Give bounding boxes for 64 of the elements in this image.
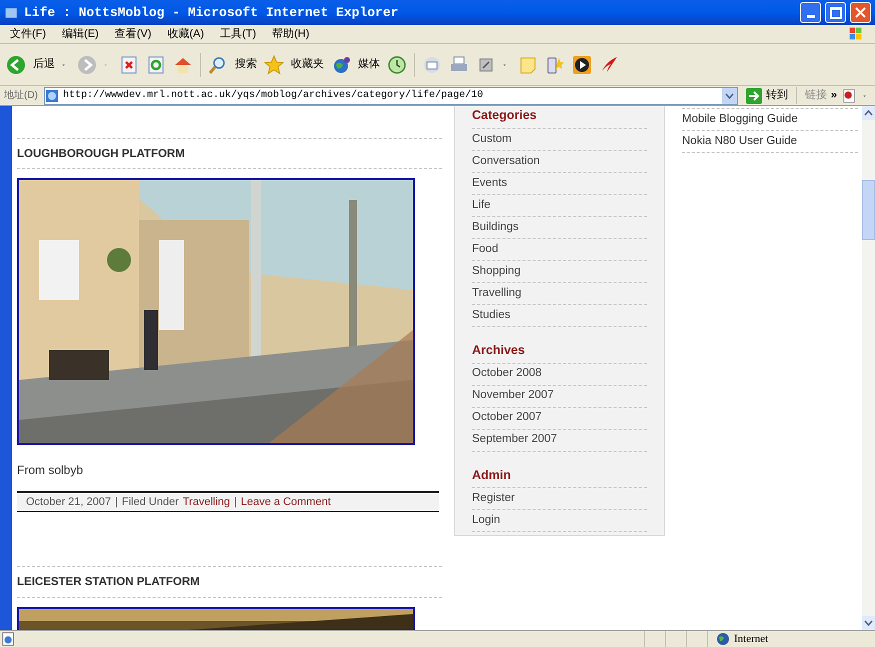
menu-item[interactable]: 编辑(E)	[62, 26, 99, 42]
category-link[interactable]: Travelling	[182, 494, 230, 510]
sidebar-link[interactable]: October 2007	[472, 409, 542, 427]
sidebar-link[interactable]: Nokia N80 User Guide	[682, 132, 798, 150]
sidebar-link[interactable]: Conversation	[472, 152, 540, 170]
go-button[interactable]: 转到	[742, 87, 792, 104]
close-icon	[855, 7, 866, 18]
sidebar-heading: Categories	[472, 106, 647, 129]
close-button[interactable]	[850, 2, 871, 23]
sidebar-link[interactable]: Register	[472, 490, 515, 508]
sidebar-link[interactable]: Life	[472, 196, 491, 214]
more-links-chevron[interactable]: »	[830, 87, 837, 104]
refresh-icon[interactable]	[146, 54, 166, 74]
star-icon[interactable]	[264, 54, 284, 74]
globe-icon	[716, 632, 730, 646]
menu-item[interactable]: 收藏(A)	[167, 26, 204, 42]
scrollbar-thumb[interactable]	[862, 180, 875, 240]
media-button-label[interactable]: 媒体	[358, 56, 380, 73]
sidebar-link[interactable]: Buildings	[472, 218, 519, 236]
menu-item[interactable]: 文件(F)	[10, 26, 46, 42]
maximize-button[interactable]	[825, 2, 846, 23]
security-zone: Internet	[734, 632, 768, 647]
search-button-label[interactable]: 搜索	[235, 56, 257, 73]
back-icon[interactable]	[6, 54, 26, 74]
sidebar-link[interactable]: Mobile Blogging Guide	[682, 110, 798, 128]
sidebar-link[interactable]: Events	[472, 174, 508, 192]
comment-link[interactable]: Leave a Comment	[240, 494, 331, 510]
separator: |	[234, 495, 237, 510]
sidebar-link[interactable]: Travelling	[472, 284, 522, 302]
favorites-button-label[interactable]: 收藏夹	[291, 56, 324, 73]
filed-under-label: Filed Under	[122, 495, 179, 510]
history-icon[interactable]	[387, 54, 407, 74]
back-button-label[interactable]: 后退	[33, 56, 55, 73]
phone-star-icon[interactable]	[545, 54, 565, 74]
scrollbar[interactable]	[862, 106, 875, 630]
menu-item[interactable]: 查看(V)	[114, 26, 152, 42]
sidebar-link[interactable]: October 2008	[472, 365, 542, 383]
window-title: Life : NottsMoblog - Microsoft Internet Explorer	[24, 4, 400, 22]
sidebar-link[interactable]: November 2007	[472, 387, 554, 405]
sidebar-link[interactable]: Login	[472, 512, 500, 530]
sidebar-link[interactable]: September 2007	[472, 431, 558, 449]
scroll-up-icon[interactable]	[862, 106, 875, 120]
post-caption: From solbyb	[17, 462, 84, 480]
scroll-down-icon[interactable]	[862, 616, 875, 630]
sidebar-link[interactable]: Shopping	[472, 262, 521, 280]
sidebar-heading: Admin	[472, 466, 647, 488]
address-field[interactable]: http://wwwdev.mrl.nott.ac.uk/yqs/moblog/archives/category/life/page/10	[44, 86, 738, 104]
arrow-right-icon	[746, 88, 762, 104]
page-icon	[45, 88, 59, 102]
sidebar-link[interactable]: Custom	[472, 130, 512, 148]
menu-item[interactable]: 工具(T)	[220, 26, 256, 42]
post-date: October 21, 2007	[26, 495, 112, 510]
post-title[interactable]: LOUGHBOROUGH PLATFORM	[17, 148, 185, 160]
stop-icon[interactable]	[119, 54, 139, 74]
post-title[interactable]: LEICESTER STATION PLATFORM	[17, 576, 200, 588]
sidebar-link[interactable]: Food	[472, 240, 498, 258]
separator: |	[115, 495, 118, 510]
globe-icon[interactable]	[331, 54, 351, 74]
sidebar-heading: Archives	[472, 340, 647, 364]
minimize-button[interactable]	[800, 2, 821, 23]
address-label: 地址(D)	[4, 88, 39, 103]
menu-item[interactable]: 帮助(H)	[272, 26, 310, 42]
play-icon[interactable]	[572, 54, 592, 74]
sidebar-link[interactable]: Studies	[472, 306, 510, 324]
